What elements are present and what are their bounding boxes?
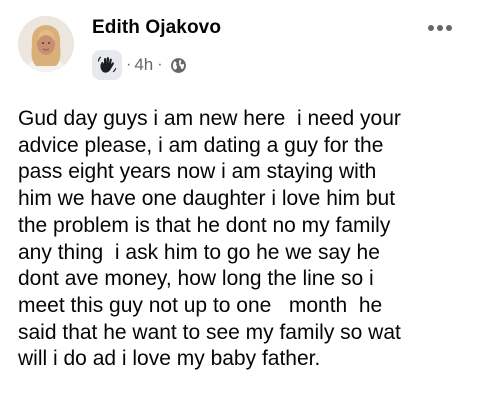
more-dot <box>437 25 443 31</box>
post-time[interactable]: 4h <box>134 55 153 75</box>
waving-hand-icon[interactable] <box>92 50 122 80</box>
avatar[interactable] <box>18 16 74 72</box>
post-body: Gud day guys i am new here i need your a… <box>18 107 401 371</box>
post-header: Edith Ojakovo · 4h · <box>0 0 480 90</box>
avatar-photo <box>18 16 74 72</box>
meta-separator: · <box>126 56 132 73</box>
more-dot <box>446 25 452 31</box>
meta-separator: · <box>157 56 163 73</box>
globe-icon[interactable] <box>170 57 187 74</box>
post-meta: · 4h · <box>92 50 187 80</box>
more-options-icon[interactable] <box>424 16 456 40</box>
more-dot <box>428 25 434 31</box>
author-name[interactable]: Edith Ojakovo <box>92 17 221 39</box>
